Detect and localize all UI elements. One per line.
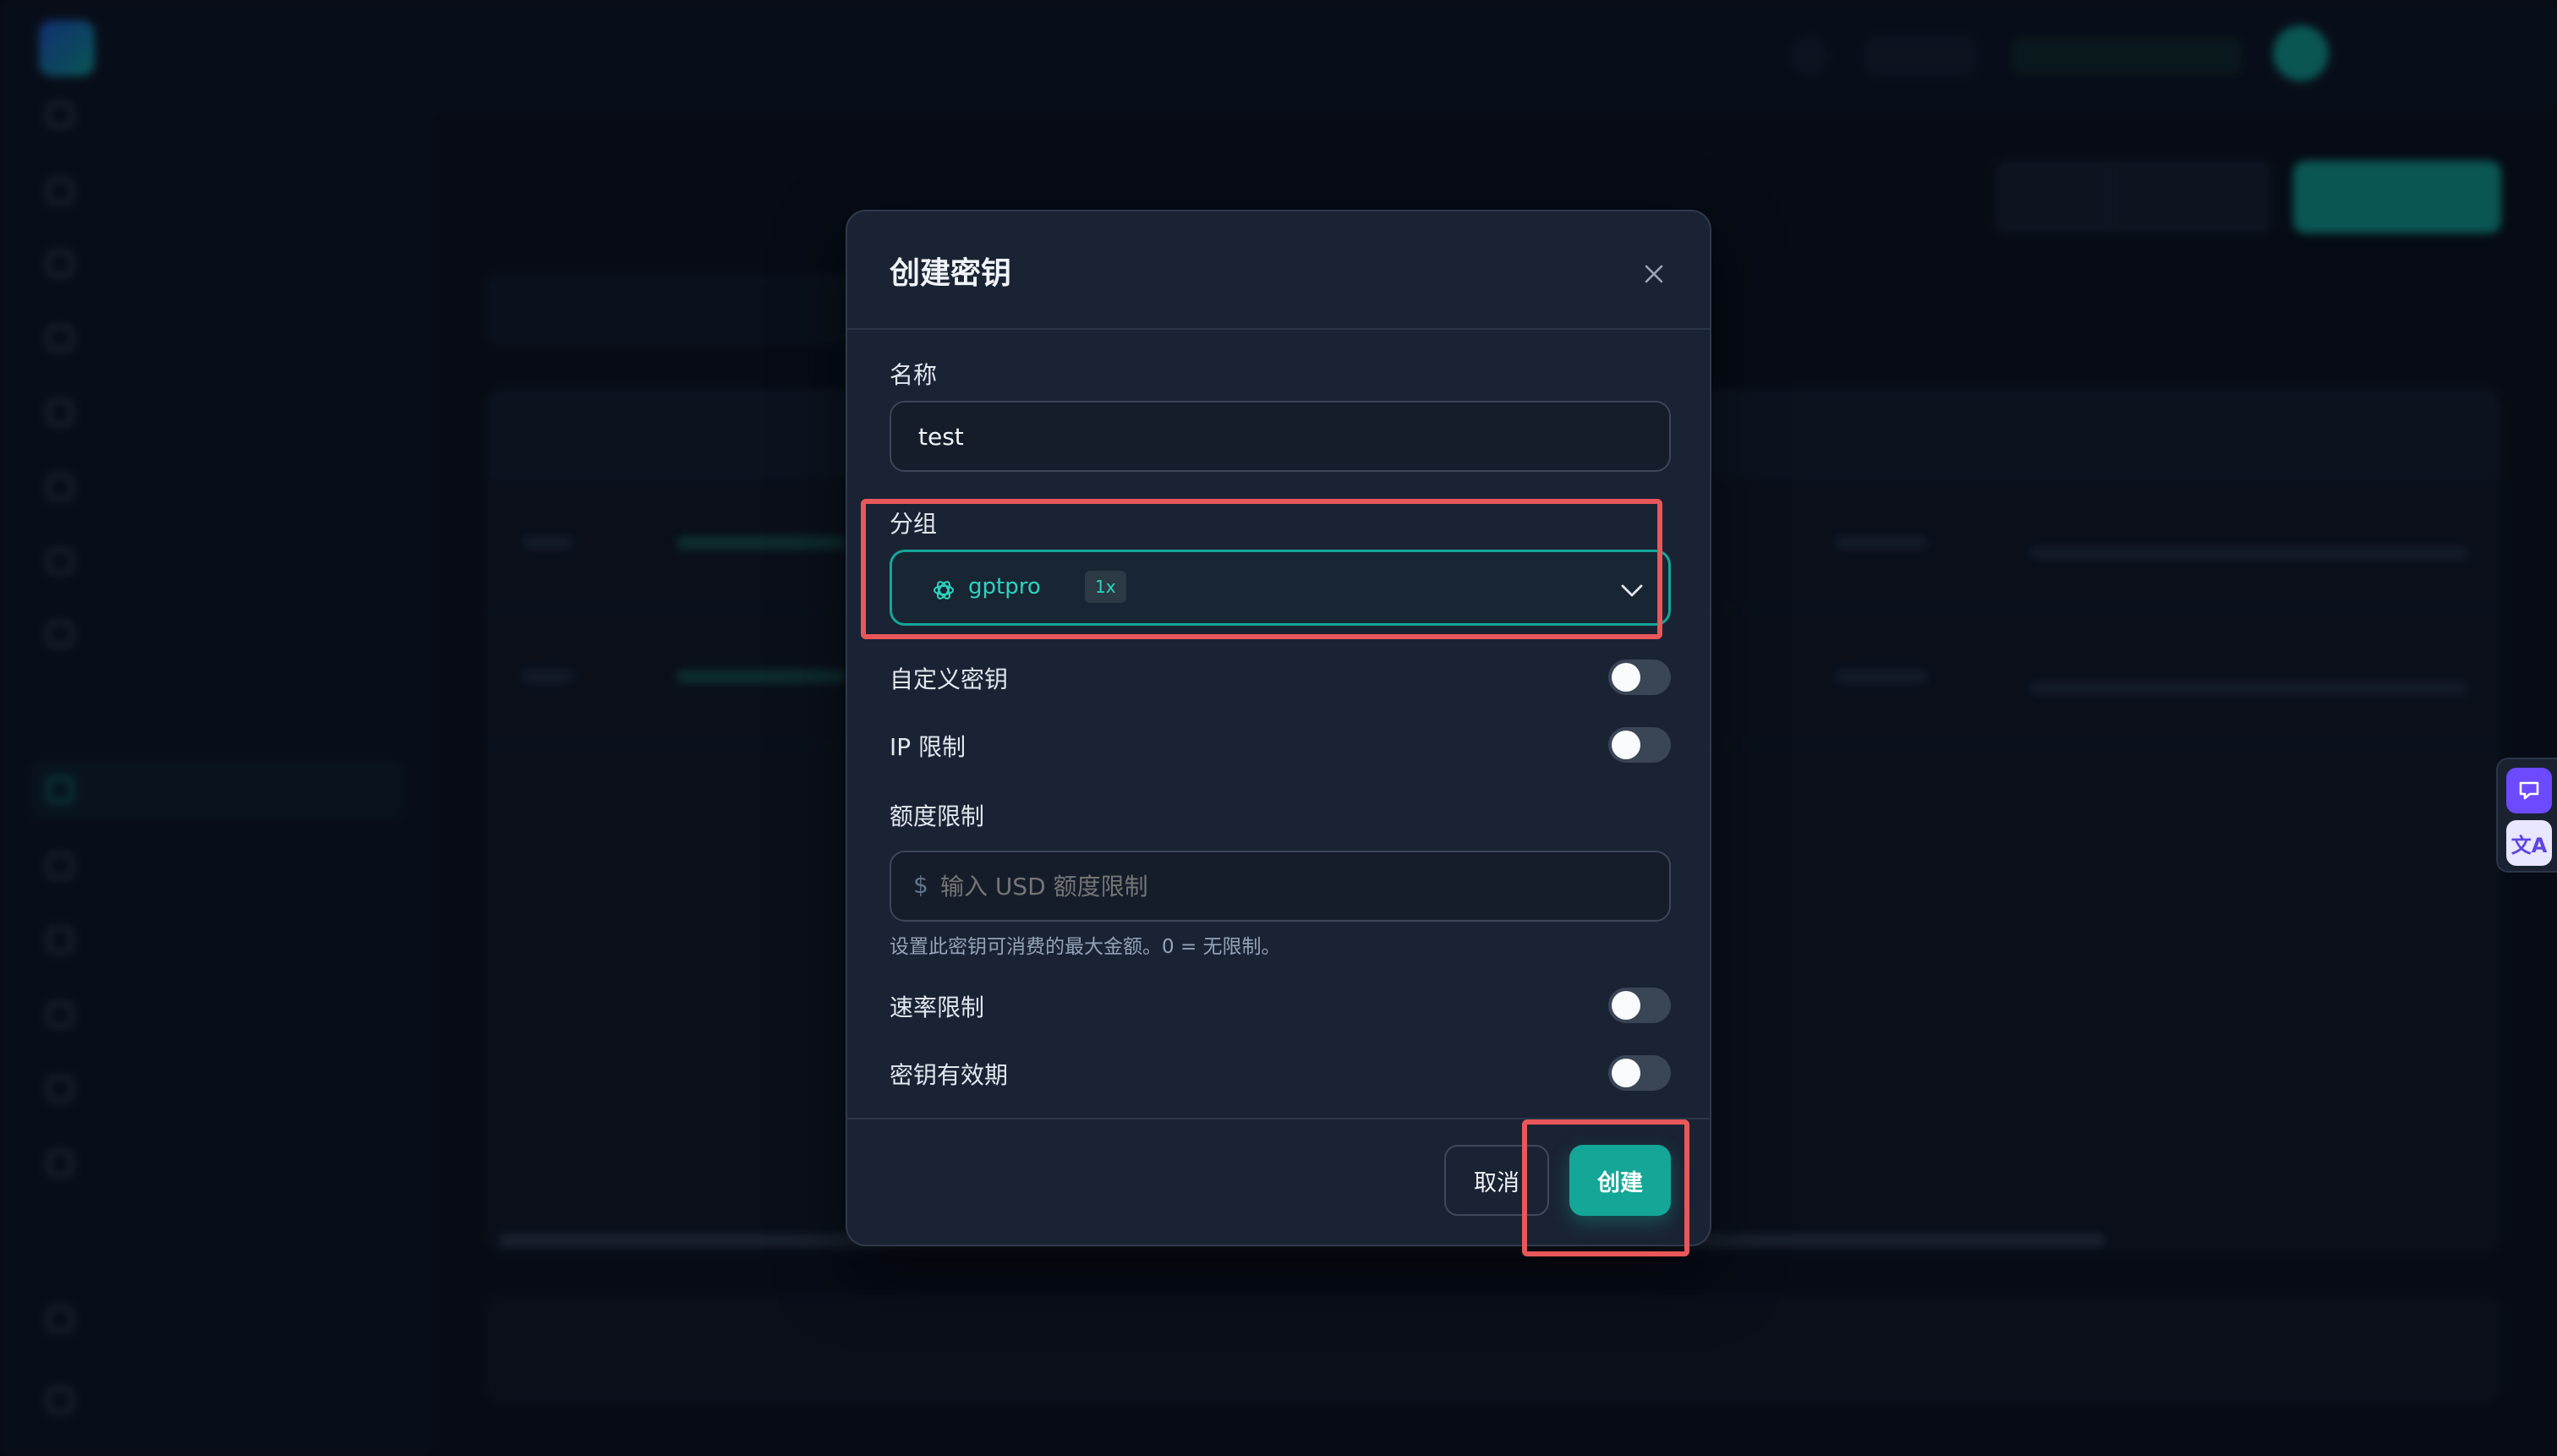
expiry-toggle[interactable] xyxy=(1608,1055,1671,1091)
dialog-footer-divider xyxy=(847,1118,1710,1119)
quota-input[interactable] xyxy=(890,851,1671,922)
currency-symbol: $ xyxy=(913,871,928,899)
expiry-label: 密钥有效期 xyxy=(890,1061,1009,1089)
cancel-button[interactable]: 取消 xyxy=(1444,1145,1549,1216)
quota-label: 额度限制 xyxy=(890,802,985,830)
close-button[interactable] xyxy=(1632,252,1676,296)
ip-limit-toggle[interactable] xyxy=(1608,727,1671,763)
chevron-down-icon xyxy=(1621,584,1643,597)
dialog-header: 创建密钥 xyxy=(847,211,1710,330)
chat-icon xyxy=(2519,781,2539,800)
close-icon xyxy=(1645,265,1663,283)
name-input[interactable] xyxy=(890,401,1671,472)
custom-key-toggle[interactable] xyxy=(1608,660,1671,695)
rate-limit-label: 速率限制 xyxy=(890,993,985,1021)
create-key-dialog: 创建密钥 名称 分组 gptpro 1x 自定义密钥 IP 限制 额度限制 xyxy=(846,210,1711,1246)
name-label: 名称 xyxy=(890,361,938,389)
quota-help-text: 设置此密钥可消费的最大金额。0 = 无限制。 xyxy=(890,936,1281,958)
ip-limit-label: IP 限制 xyxy=(890,733,966,761)
assistant-button[interactable] xyxy=(2506,768,2552,813)
group-select[interactable]: gptpro 1x xyxy=(890,550,1671,626)
custom-key-label: 自定义密钥 xyxy=(890,665,1009,693)
translate-button[interactable]: 文A xyxy=(2506,820,2552,866)
translate-icon: 文A xyxy=(2510,833,2548,857)
group-multiplier-badge: 1x xyxy=(1085,571,1126,603)
openai-icon xyxy=(934,581,954,599)
create-button[interactable]: 创建 xyxy=(1569,1145,1671,1216)
group-label: 分组 xyxy=(890,510,938,538)
group-select-value: gptpro xyxy=(968,574,1041,599)
floating-tools: 文A xyxy=(2496,758,2557,873)
dialog-title: 创建密钥 xyxy=(890,256,1012,291)
rate-limit-toggle[interactable] xyxy=(1608,988,1671,1023)
